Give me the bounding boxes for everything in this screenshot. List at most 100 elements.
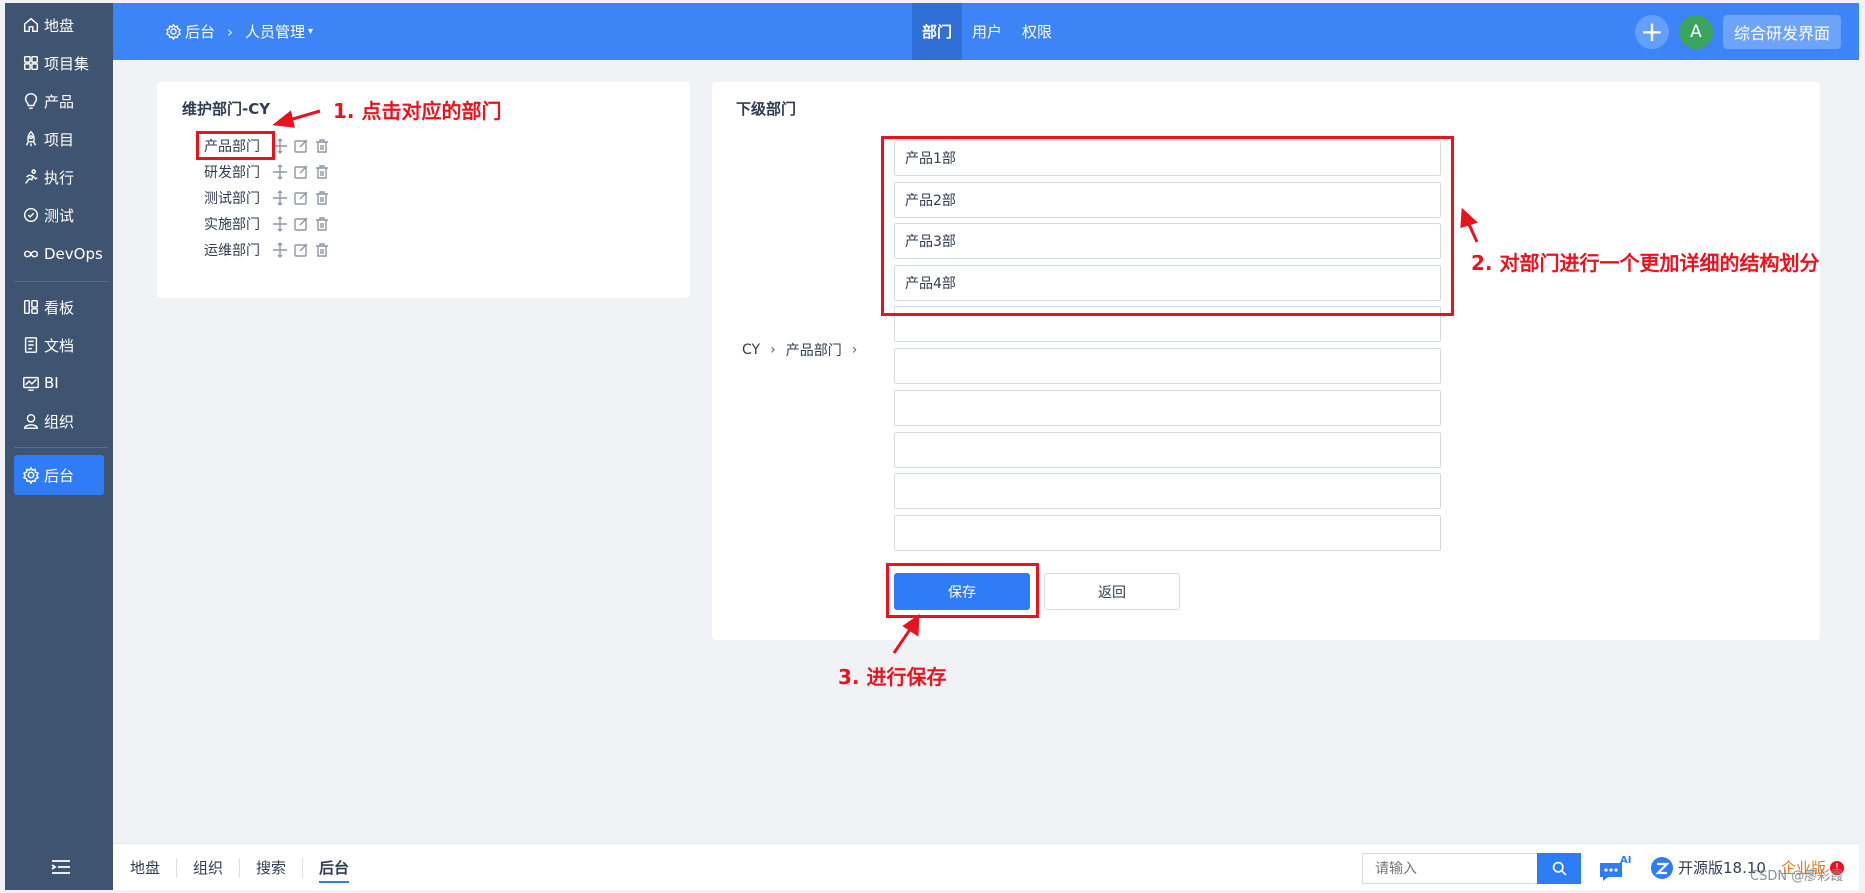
sidebar-item-kanban[interactable]: 看板 xyxy=(14,287,104,327)
edit-icon[interactable] xyxy=(292,241,310,259)
dept-actions xyxy=(271,215,331,233)
sidebar-item-label: BI xyxy=(44,374,59,392)
delete-icon[interactable] xyxy=(313,241,331,259)
tab-user[interactable]: 用户 xyxy=(962,3,1012,60)
panel-title: 下级部门 xyxy=(736,100,797,118)
sidebar-item-doc[interactable]: 文档 xyxy=(14,325,104,365)
search-input[interactable] xyxy=(1362,853,1537,884)
delete-icon[interactable] xyxy=(313,163,331,181)
back-button[interactable]: 返回 xyxy=(1044,573,1180,610)
move-icon[interactable] xyxy=(271,241,289,259)
footer-tab-org[interactable]: 组织 xyxy=(193,844,223,891)
dept-row: 测试部门 xyxy=(199,186,331,210)
delete-icon[interactable] xyxy=(313,215,331,233)
annotation-box-save xyxy=(886,563,1039,618)
run-icon xyxy=(22,168,40,186)
delete-icon[interactable] xyxy=(313,189,331,207)
sub-department-input[interactable] xyxy=(894,515,1441,551)
sidebar-item-execution[interactable]: 执行 xyxy=(14,157,104,197)
rocket-icon xyxy=(22,130,40,148)
sidebar-item-label: 地盘 xyxy=(44,16,75,35)
avatar[interactable]: A xyxy=(1678,14,1713,49)
dept-name[interactable]: 运维部门 xyxy=(199,240,271,260)
sidebar-item-label: 项目 xyxy=(44,130,75,149)
sidebar-divider xyxy=(14,447,108,448)
sidebar-item-program[interactable]: 项目集 xyxy=(14,43,104,83)
dept-actions xyxy=(271,189,331,207)
sidebar-item-label: 产品 xyxy=(44,92,75,111)
breadcrumb: 后台 › 人员管理 ▾ xyxy=(165,3,313,60)
annotation-step2: 2. 对部门进行一个更加详细的结构划分 xyxy=(1471,251,1820,275)
edit-icon[interactable] xyxy=(292,137,310,155)
sidebar-item-devops[interactable]: DevOps xyxy=(14,234,104,274)
footer-tab-admin[interactable]: 后台 xyxy=(319,844,350,891)
test-icon xyxy=(22,206,40,224)
move-icon[interactable] xyxy=(271,215,289,233)
search-icon xyxy=(1552,861,1566,876)
kanban-icon xyxy=(22,298,40,316)
sidebar-item-test[interactable]: 测试 xyxy=(14,195,104,235)
app-root: 地盘 项目集 产品 项目 执行 测试 DevOps 看板 文档 BI 组织 后台… xyxy=(0,0,1865,893)
sidebar-collapse-icon[interactable] xyxy=(50,858,72,876)
sidebar-divider xyxy=(14,281,108,282)
sidebar-item-dashboard[interactable]: 地盘 xyxy=(14,5,104,45)
dept-name[interactable]: 测试部门 xyxy=(199,188,271,208)
top-header: 后台 › 人员管理 ▾ 部门 用户 权限 + A 综合研发界面 xyxy=(113,3,1859,60)
chevron-right-icon: › xyxy=(227,22,234,41)
sub-department-input[interactable] xyxy=(894,348,1441,384)
move-icon[interactable] xyxy=(271,189,289,207)
sidebar: 地盘 项目集 产品 项目 执行 测试 DevOps 看板 文档 BI 组织 后台 xyxy=(5,3,113,890)
dept-actions xyxy=(271,163,331,181)
zentao-logo-icon xyxy=(1651,856,1673,879)
infinity-icon xyxy=(22,245,40,263)
sidebar-item-project[interactable]: 项目 xyxy=(14,119,104,159)
edit-icon[interactable] xyxy=(292,215,310,233)
footer-divider xyxy=(176,858,177,878)
dept-actions xyxy=(271,137,331,155)
sidebar-item-label: 后台 xyxy=(44,466,75,485)
sub-department-input[interactable] xyxy=(894,473,1441,509)
dept-name[interactable]: 实施部门 xyxy=(199,214,271,234)
sidebar-item-bi[interactable]: BI xyxy=(14,363,104,403)
breadcrumb-home[interactable]: 后台 xyxy=(185,21,215,42)
sidebar-item-label: 文档 xyxy=(44,336,75,355)
breadcrumb-current[interactable]: 人员管理 xyxy=(245,21,305,42)
delete-icon[interactable] xyxy=(313,137,331,155)
plus-icon[interactable]: + xyxy=(1634,14,1669,49)
dept-row: 运维部门 xyxy=(199,238,331,262)
user-icon xyxy=(22,412,40,430)
department-path: CY › 产品部门 › xyxy=(742,340,867,360)
dept-row: 实施部门 xyxy=(199,212,331,236)
grid-icon xyxy=(22,54,40,72)
gear-icon xyxy=(165,23,182,40)
chevron-right-icon: › xyxy=(770,342,776,358)
workspace-button[interactable]: 综合研发界面 xyxy=(1722,14,1841,49)
sidebar-item-org[interactable]: 组织 xyxy=(14,401,104,441)
sidebar-item-product[interactable]: 产品 xyxy=(14,81,104,121)
home-icon xyxy=(22,16,40,34)
sidebar-item-label: 测试 xyxy=(44,206,75,225)
tab-permission[interactable]: 权限 xyxy=(1012,3,1062,60)
header-actions: + A 综合研发界面 xyxy=(1634,3,1841,60)
sub-department-input[interactable] xyxy=(894,390,1441,426)
annotation-step1: 1. 点击对应的部门 xyxy=(333,99,502,123)
annotation-step3: 3. 进行保存 xyxy=(838,665,947,689)
ai-chat-icon[interactable]: AI xyxy=(1596,853,1634,883)
caret-down-icon[interactable]: ▾ xyxy=(308,26,313,37)
footer-tab-search[interactable]: 搜索 xyxy=(256,844,286,891)
path-root: CY xyxy=(742,342,761,358)
search-button[interactable] xyxy=(1537,853,1581,884)
dept-name[interactable]: 研发部门 xyxy=(199,162,271,182)
bottom-bar: 地盘 组织 搜索 后台 AI 开源版18.10 企业版 ! xyxy=(113,843,1859,890)
sidebar-item-label: 项目集 xyxy=(44,54,90,73)
dept-actions xyxy=(271,241,331,259)
footer-tab-dashboard[interactable]: 地盘 xyxy=(130,844,160,891)
lightbulb-icon xyxy=(22,92,40,110)
sidebar-item-admin[interactable]: 后台 xyxy=(14,455,104,495)
edit-icon[interactable] xyxy=(292,163,310,181)
move-icon[interactable] xyxy=(271,163,289,181)
sub-department-input[interactable] xyxy=(894,432,1441,468)
edit-icon[interactable] xyxy=(292,189,310,207)
tab-department[interactable]: 部门 xyxy=(912,3,963,60)
chart-icon xyxy=(22,374,40,392)
